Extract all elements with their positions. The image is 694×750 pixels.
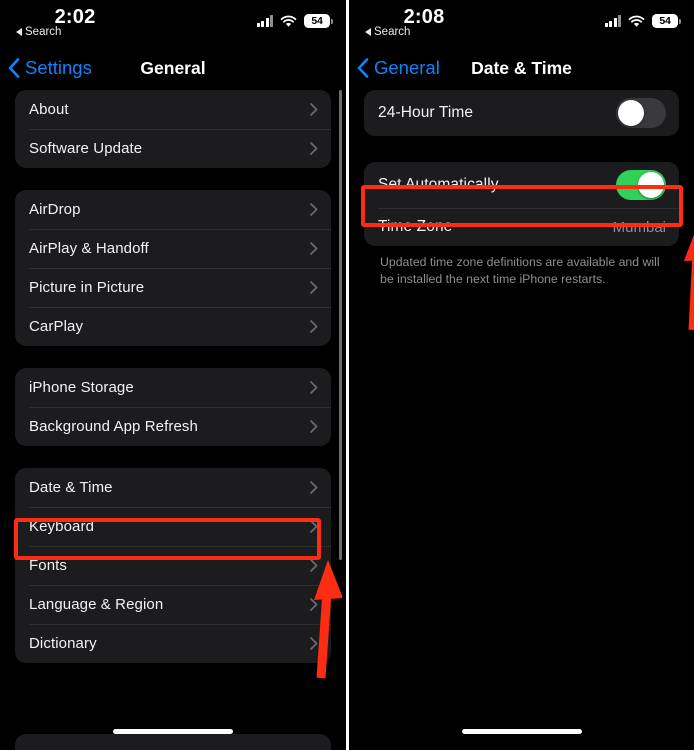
left-settings-list: About Software Update AirDrop AirPlay & … xyxy=(0,90,346,663)
toggle-24-hour-time[interactable] xyxy=(616,98,666,128)
settings-row-picture-in-picture[interactable]: Picture in Picture xyxy=(15,268,331,307)
status-back-to-app[interactable]: Search xyxy=(365,26,410,38)
status-indicators: 54 xyxy=(256,14,333,28)
settings-row-iphone-storage[interactable]: iPhone Storage xyxy=(15,368,331,407)
row-label: Date & Time xyxy=(29,479,113,496)
right-status-bar: 2:08 Search 54 xyxy=(349,0,694,46)
row-label: AirDrop xyxy=(29,201,81,218)
toggle-knob xyxy=(618,100,644,126)
row-label: iPhone Storage xyxy=(29,379,134,396)
battery-level-label: 54 xyxy=(304,14,330,28)
battery-level-label: 54 xyxy=(652,14,678,28)
row-label: CarPlay xyxy=(29,318,84,335)
battery-icon: 54 xyxy=(304,14,333,28)
row-label: Picture in Picture xyxy=(29,279,145,296)
cellular-signal-icon xyxy=(604,15,621,27)
settings-row-airdrop[interactable]: AirDrop xyxy=(15,190,331,229)
page-title: General xyxy=(140,57,206,78)
chevron-right-icon xyxy=(310,559,318,572)
settings-row-set-automatically[interactable]: Set Automatically xyxy=(364,162,679,208)
back-triangle-icon xyxy=(365,28,371,36)
settings-row-airplay-handoff[interactable]: AirPlay & Handoff xyxy=(15,229,331,268)
settings-row-fonts[interactable]: Fonts xyxy=(15,546,331,585)
row-label: Time Zone xyxy=(378,218,453,235)
chevron-right-icon xyxy=(310,420,318,433)
settings-group-storage: iPhone Storage Background App Refresh xyxy=(15,368,331,446)
row-label: Set Automatically xyxy=(378,176,499,193)
vertical-scrollbar[interactable] xyxy=(339,90,342,560)
home-indicator xyxy=(462,729,582,734)
row-label: Background App Refresh xyxy=(29,418,198,435)
chevron-right-icon xyxy=(310,103,318,116)
chevron-right-icon xyxy=(310,142,318,155)
status-back-label: Search xyxy=(25,26,62,38)
screenshot-stage: 2:02 Search 54 Settings General About So… xyxy=(0,0,694,750)
settings-row-dictionary[interactable]: Dictionary xyxy=(15,624,331,663)
date-time-settings-list: 24-Hour Time Set Automatically Time Zone… xyxy=(349,90,694,287)
settings-row-date-and-time[interactable]: Date & Time xyxy=(15,468,331,507)
battery-tip xyxy=(331,18,333,24)
toggle-knob xyxy=(638,172,664,198)
toggle-set-automatically[interactable] xyxy=(616,170,666,200)
settings-group-info: About Software Update xyxy=(15,90,331,168)
settings-row-background-app-refresh[interactable]: Background App Refresh xyxy=(15,407,331,446)
status-back-label: Search xyxy=(374,26,411,38)
partial-next-card xyxy=(15,734,331,750)
right-phone-screen: 2:08 Search 54 General Date & Time 24-Ho… xyxy=(349,0,694,750)
settings-row-carplay[interactable]: CarPlay xyxy=(15,307,331,346)
settings-row-time-zone[interactable]: Time Zone Mumbai xyxy=(364,208,679,246)
chevron-right-icon xyxy=(310,481,318,494)
back-triangle-icon xyxy=(16,28,22,36)
row-label: Dictionary xyxy=(29,635,97,652)
left-phone-screen: 2:02 Search 54 Settings General About So… xyxy=(0,0,346,750)
left-status-bar: 2:02 Search 54 xyxy=(0,0,346,46)
settings-row-24-hour-time[interactable]: 24-Hour Time xyxy=(364,90,679,136)
row-label: 24-Hour Time xyxy=(378,104,474,121)
settings-group-localization: Date & Time Keyboard Fonts Language & Re… xyxy=(15,468,331,663)
page-title: Date & Time xyxy=(471,57,572,78)
cellular-signal-icon xyxy=(256,15,273,27)
timezone-footnote: Updated time zone definitions are availa… xyxy=(380,255,660,286)
chevron-right-icon xyxy=(310,520,318,533)
row-label: Keyboard xyxy=(29,518,95,535)
chevron-right-icon xyxy=(310,381,318,394)
battery-icon: 54 xyxy=(652,14,681,28)
chevron-right-icon xyxy=(310,637,318,650)
wifi-icon xyxy=(280,15,297,27)
row-label: AirPlay & Handoff xyxy=(29,240,149,257)
settings-row-software-update[interactable]: Software Update xyxy=(15,129,331,168)
chevron-right-icon xyxy=(310,203,318,216)
wifi-icon xyxy=(628,15,645,27)
right-nav-bar: General Date & Time xyxy=(349,46,694,90)
settings-group-hour-format: 24-Hour Time xyxy=(364,90,679,136)
battery-tip xyxy=(679,18,681,24)
settings-group-auto-time: Set Automatically Time Zone Mumbai xyxy=(364,162,679,246)
settings-row-language-and-region[interactable]: Language & Region xyxy=(15,585,331,624)
row-label: Fonts xyxy=(29,557,68,574)
row-label: Language & Region xyxy=(29,596,164,613)
settings-row-keyboard[interactable]: Keyboard xyxy=(15,507,331,546)
time-zone-value: Mumbai xyxy=(612,218,666,236)
status-indicators: 54 xyxy=(604,14,681,28)
status-back-to-app[interactable]: Search xyxy=(16,26,61,38)
home-indicator xyxy=(113,729,233,734)
row-label: About xyxy=(29,101,69,118)
settings-row-about[interactable]: About xyxy=(15,90,331,129)
chevron-right-icon xyxy=(310,598,318,611)
left-nav-bar: Settings General xyxy=(0,46,346,90)
chevron-right-icon xyxy=(310,242,318,255)
settings-group-connectivity: AirDrop AirPlay & Handoff Picture in Pic… xyxy=(15,190,331,346)
row-label: Software Update xyxy=(29,140,143,157)
chevron-right-icon xyxy=(310,320,318,333)
chevron-right-icon xyxy=(310,281,318,294)
